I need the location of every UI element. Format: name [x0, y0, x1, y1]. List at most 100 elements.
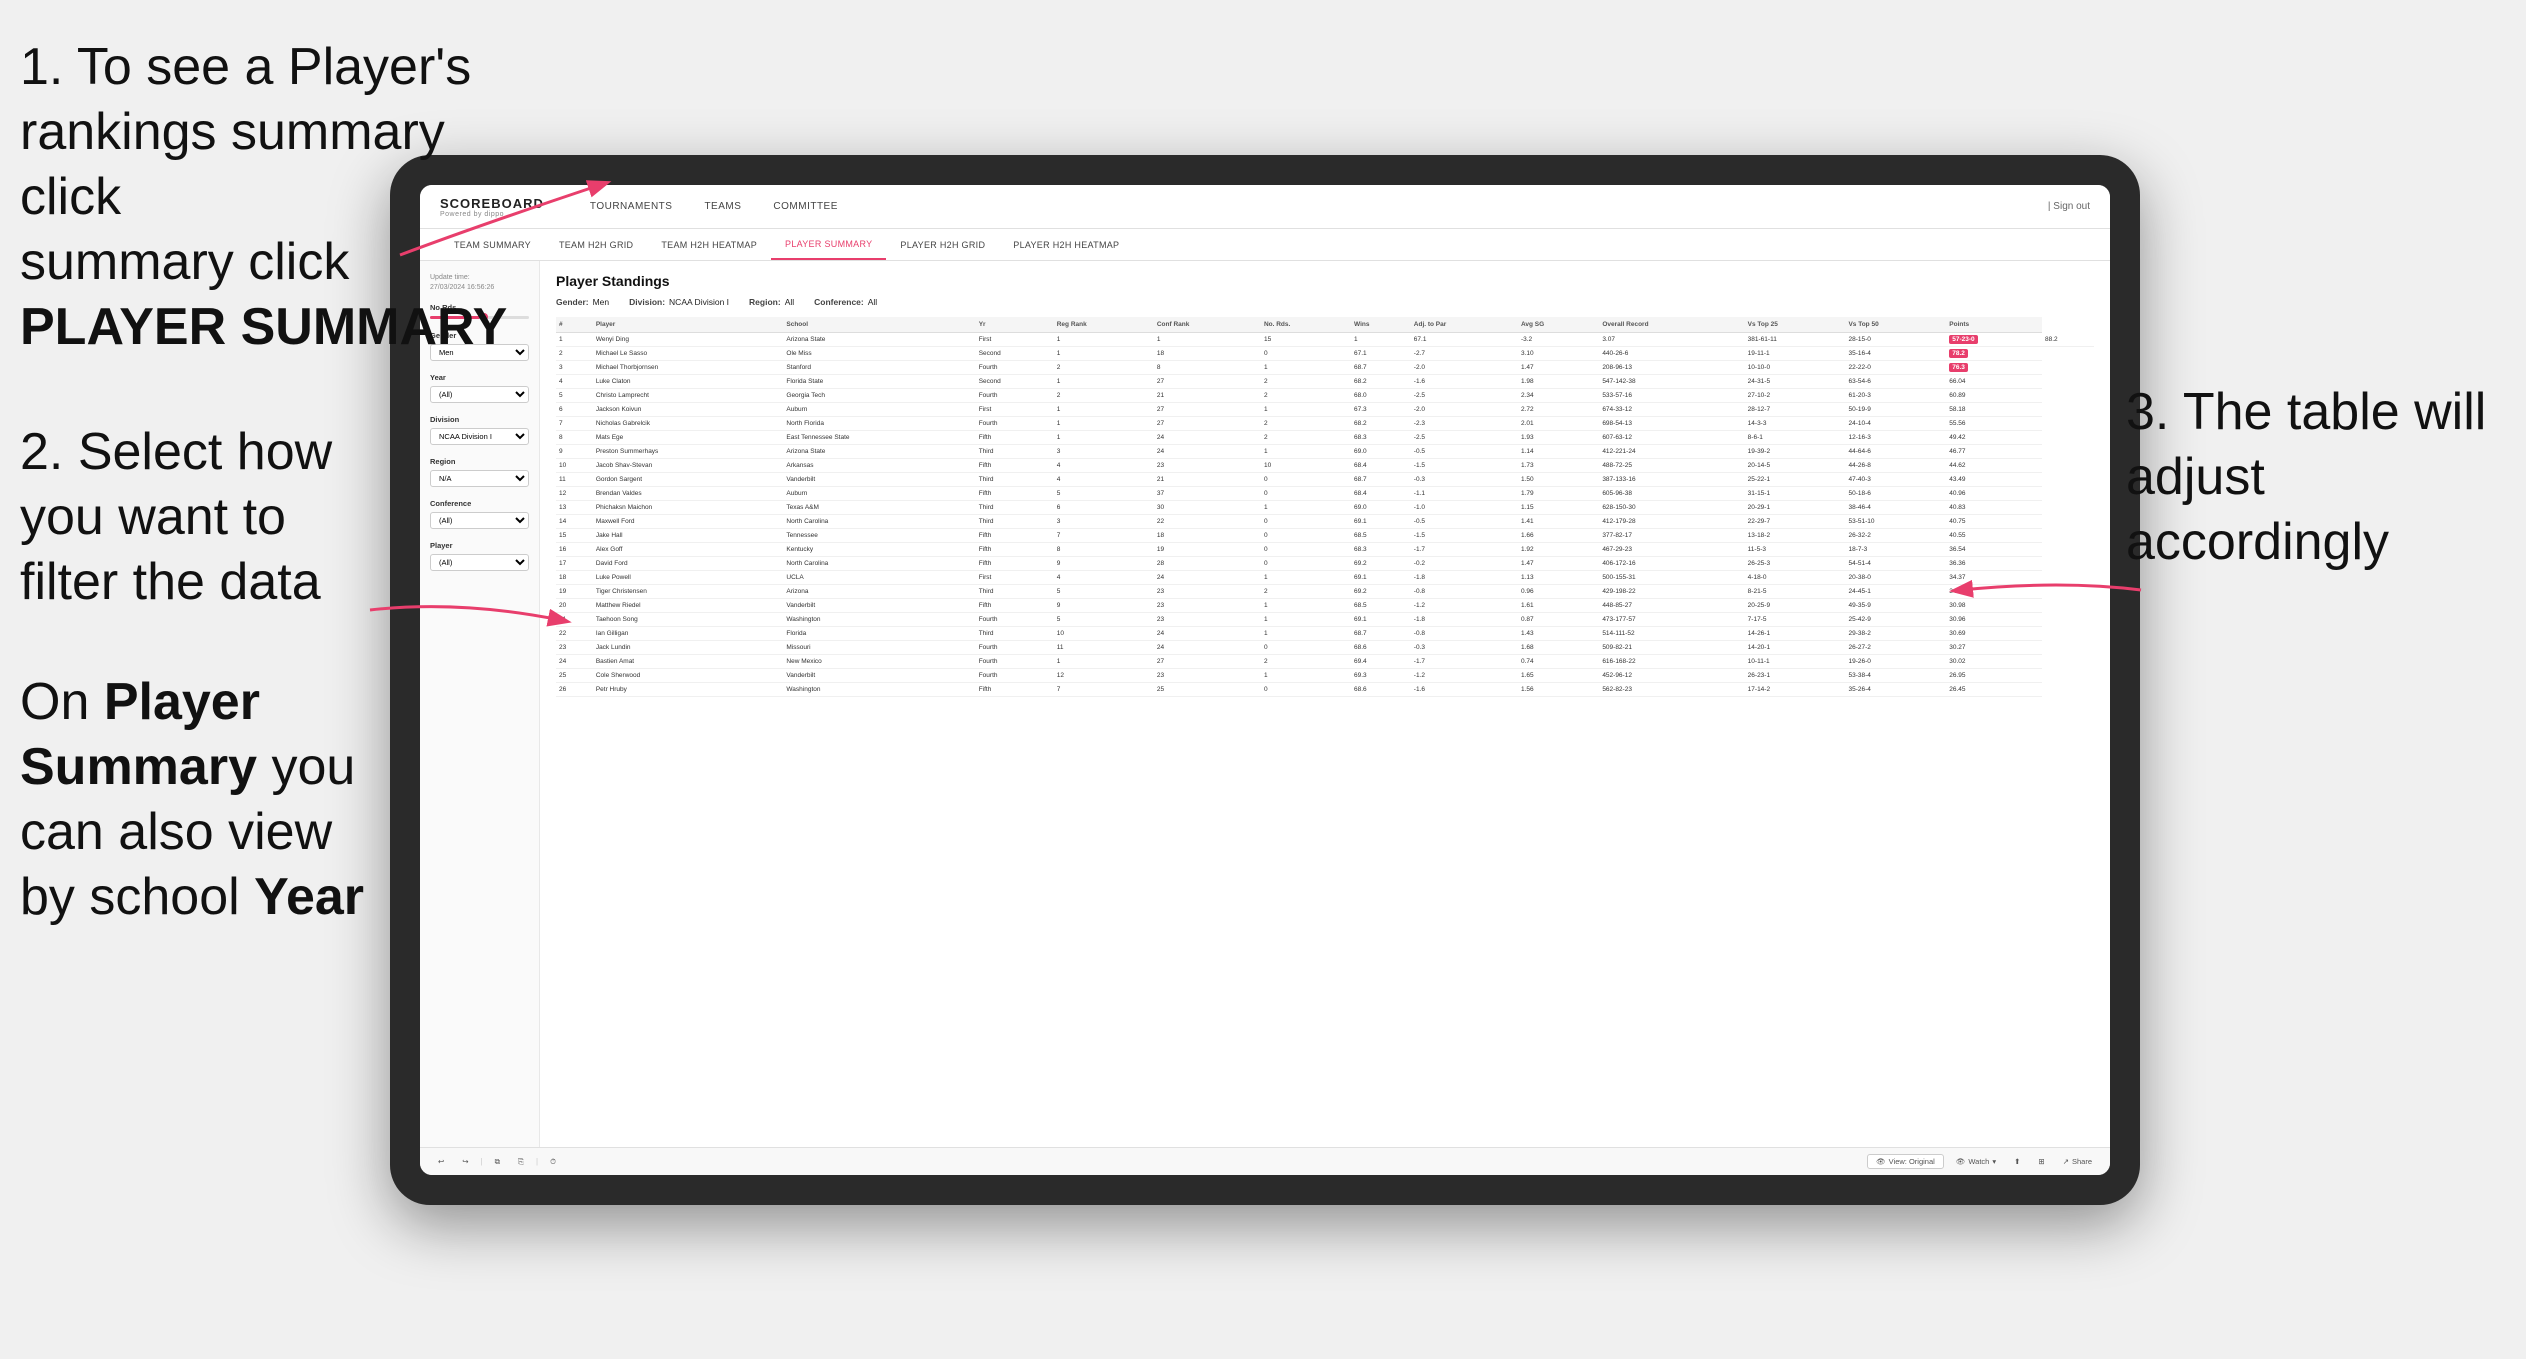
table-row: 2Michael Le SassoOle MissSecond118067.1-…: [556, 347, 2094, 361]
region-select[interactable]: N/A: [430, 470, 529, 487]
tablet-screen: SCOREBOARD Powered by dippo TOURNAMENTS …: [420, 185, 2110, 1175]
region-label: Region: [430, 457, 529, 466]
division-label: Division: [430, 415, 529, 424]
view-icon: 👁: [1876, 1157, 1886, 1166]
bottom-note-bold2: Year: [254, 868, 364, 926]
col-adj-par: Adj. to Par: [1411, 317, 1518, 333]
table-row: 24Bastien AmatNew MexicoFourth127269.4-1…: [556, 655, 2094, 669]
watch-btn[interactable]: 👁 Watch ▾: [1950, 1155, 2002, 1168]
table-row: 16Alex GoffKentuckyFifth819068.3-1.71.92…: [556, 543, 2094, 557]
redo-btn[interactable]: ↪: [456, 1155, 474, 1168]
table-row: 6Jackson KoivunAuburnFirst127167.3-2.02.…: [556, 403, 2094, 417]
subnav-player-summary[interactable]: PLAYER SUMMARY: [771, 229, 886, 260]
table-row: 21Taehoon SongWashingtonFourth523169.1-1…: [556, 613, 2094, 627]
tablet-device: SCOREBOARD Powered by dippo TOURNAMENTS …: [390, 155, 2140, 1205]
watch-icon: 👁: [1956, 1157, 1966, 1166]
conference-filter-value: All: [868, 297, 877, 307]
arrow-to-table-data: [1941, 540, 2171, 620]
clock-btn[interactable]: ⏱: [544, 1155, 562, 1169]
watch-label: Watch: [1968, 1157, 1989, 1166]
app-header: SCOREBOARD Powered by dippo TOURNAMENTS …: [420, 185, 2110, 229]
table-row: 1Wenyi DingArizona StateFirst1115167.1-3…: [556, 333, 2094, 347]
division-select[interactable]: NCAA Division I: [430, 428, 529, 445]
col-yr: Yr: [976, 317, 1054, 333]
table-row: 8Mats EgeEast Tennessee StateFifth124268…: [556, 431, 2094, 445]
table-row: 3Michael ThorbjornsenStanfordFourth28168…: [556, 361, 2094, 375]
undo-btn[interactable]: ↩: [432, 1155, 450, 1168]
table-row: 25Cole SherwoodVanderbiltFourth1223169.3…: [556, 669, 2094, 683]
subnav-player-h2h-grid[interactable]: PLAYER H2H GRID: [886, 229, 999, 260]
annotation-step3-text: 3. The table will adjust accordingly: [2126, 383, 2486, 571]
table-row: 26Petr HrubyWashingtonFifth725068.6-1.61…: [556, 683, 2094, 697]
nav-right: | Sign out: [2048, 201, 2090, 212]
division-filter-label: Division:: [629, 297, 665, 307]
annotation-step3: 3. The table will adjust accordingly: [2126, 380, 2506, 575]
conference-filter-display: Conference: All: [814, 297, 877, 307]
col-school: School: [783, 317, 975, 333]
annotation-step2-line1: 2. Select how: [20, 423, 332, 481]
table-row: 14Maxwell FordNorth CarolinaThird322069.…: [556, 515, 2094, 529]
region-filter-label: Region:: [749, 297, 781, 307]
col-points: Points: [1946, 317, 2042, 333]
grid-btn[interactable]: ⊞: [2032, 1155, 2050, 1168]
player-label: Player: [430, 541, 529, 550]
col-reg-rank: Reg Rank: [1054, 317, 1154, 333]
table-row: 5Christo LamprechtGeorgia TechFourth2212…: [556, 389, 2094, 403]
col-overall-record: Overall Record: [1599, 317, 1744, 333]
col-vs-top25: Vs Top 25: [1745, 317, 1846, 333]
division-filter-display: Division: NCAA Division I: [629, 297, 729, 307]
arrow-to-player-summary: [360, 145, 640, 265]
sep2: |: [536, 1157, 538, 1166]
col-conf-rank: Conf Rank: [1154, 317, 1261, 333]
sign-out-link[interactable]: | Sign out: [2048, 201, 2090, 212]
table-row: 18Luke PowellUCLAFirst424169.1-1.81.1350…: [556, 571, 2094, 585]
sep1: |: [481, 1157, 483, 1166]
player-standings-table: # Player School Yr Reg Rank Conf Rank No…: [556, 317, 2094, 697]
col-rank: #: [556, 317, 593, 333]
table-row: 17David FordNorth CarolinaFifth928069.2-…: [556, 557, 2094, 571]
table-row: 11Gordon SargentVanderbiltThird421068.7-…: [556, 473, 2094, 487]
table-row: 13Phichaksn MaichonTexas A&MThird630169.…: [556, 501, 2094, 515]
gender-filter-label: Gender:: [556, 297, 589, 307]
table-row: 9Preston SummerhaysArizona StateThird324…: [556, 445, 2094, 459]
paste-btn[interactable]: ⎘: [512, 1155, 530, 1169]
annotation-step1-bold: PLAYER SUMMARY: [20, 298, 507, 356]
view-label: View: Original: [1889, 1157, 1935, 1166]
conference-select[interactable]: (All): [430, 512, 529, 529]
table-row: 23Jack LundinMissouriFourth1124068.6-0.3…: [556, 641, 2094, 655]
export-btn[interactable]: ⬆: [2008, 1155, 2026, 1168]
region-filter-display: Region: All: [749, 297, 794, 307]
share-btn[interactable]: ↗ Share: [2057, 1155, 2098, 1168]
main-content: Player Standings Gender: Men Division: N…: [540, 261, 2110, 1147]
year-label: Year: [430, 373, 529, 382]
table-row: 12Brendan ValdesAuburnFifth537068.4-1.11…: [556, 487, 2094, 501]
conference-filter: Conference (All): [430, 499, 529, 529]
year-select[interactable]: (All): [430, 386, 529, 403]
nav-items: TOURNAMENTS TEAMS COMMITTEE: [574, 193, 2048, 220]
subnav-team-h2h-heatmap[interactable]: TEAM H2H HEATMAP: [647, 229, 771, 260]
year-filter: Year (All): [430, 373, 529, 403]
table-row: 20Matthew RiedelVanderbiltFifth923168.5-…: [556, 599, 2094, 613]
division-filter: Division NCAA Division I: [430, 415, 529, 445]
annotation-step2-line3: filter the data: [20, 553, 321, 611]
table-row: 15Jake HallTennesseeFifth718068.5-1.51.6…: [556, 529, 2094, 543]
copy-btn[interactable]: ⧉: [489, 1155, 506, 1169]
nav-item-teams[interactable]: TEAMS: [688, 193, 757, 220]
sub-nav: TEAM SUMMARY TEAM H2H GRID TEAM H2H HEAT…: [420, 229, 2110, 261]
sidebar: Update time: 27/03/2024 16:56:26 No Rds.…: [420, 261, 540, 1147]
share-icon: ↗: [2063, 1157, 2069, 1166]
region-filter-value: All: [785, 297, 794, 307]
player-select[interactable]: (All): [430, 554, 529, 571]
subnav-player-h2h-heatmap[interactable]: PLAYER H2H HEATMAP: [999, 229, 1133, 260]
view-selector[interactable]: 👁 View: Original: [1867, 1154, 1944, 1169]
bottom-note-prefix: On: [20, 673, 104, 731]
gender-filter-value: Men: [593, 297, 610, 307]
conference-label: Conference: [430, 499, 529, 508]
content-area: Update time: 27/03/2024 16:56:26 No Rds.…: [420, 261, 2110, 1147]
arrow-to-year-filter: [340, 570, 590, 650]
nav-item-committee[interactable]: COMMITTEE: [757, 193, 854, 220]
conference-filter-label: Conference:: [814, 297, 864, 307]
annotation-bottom: On Player Summary you can also view by s…: [20, 670, 400, 930]
table-row: 22Ian GilliganFloridaThird1024168.7-0.81…: [556, 627, 2094, 641]
col-vs-top50: Vs Top 50: [1845, 317, 1946, 333]
